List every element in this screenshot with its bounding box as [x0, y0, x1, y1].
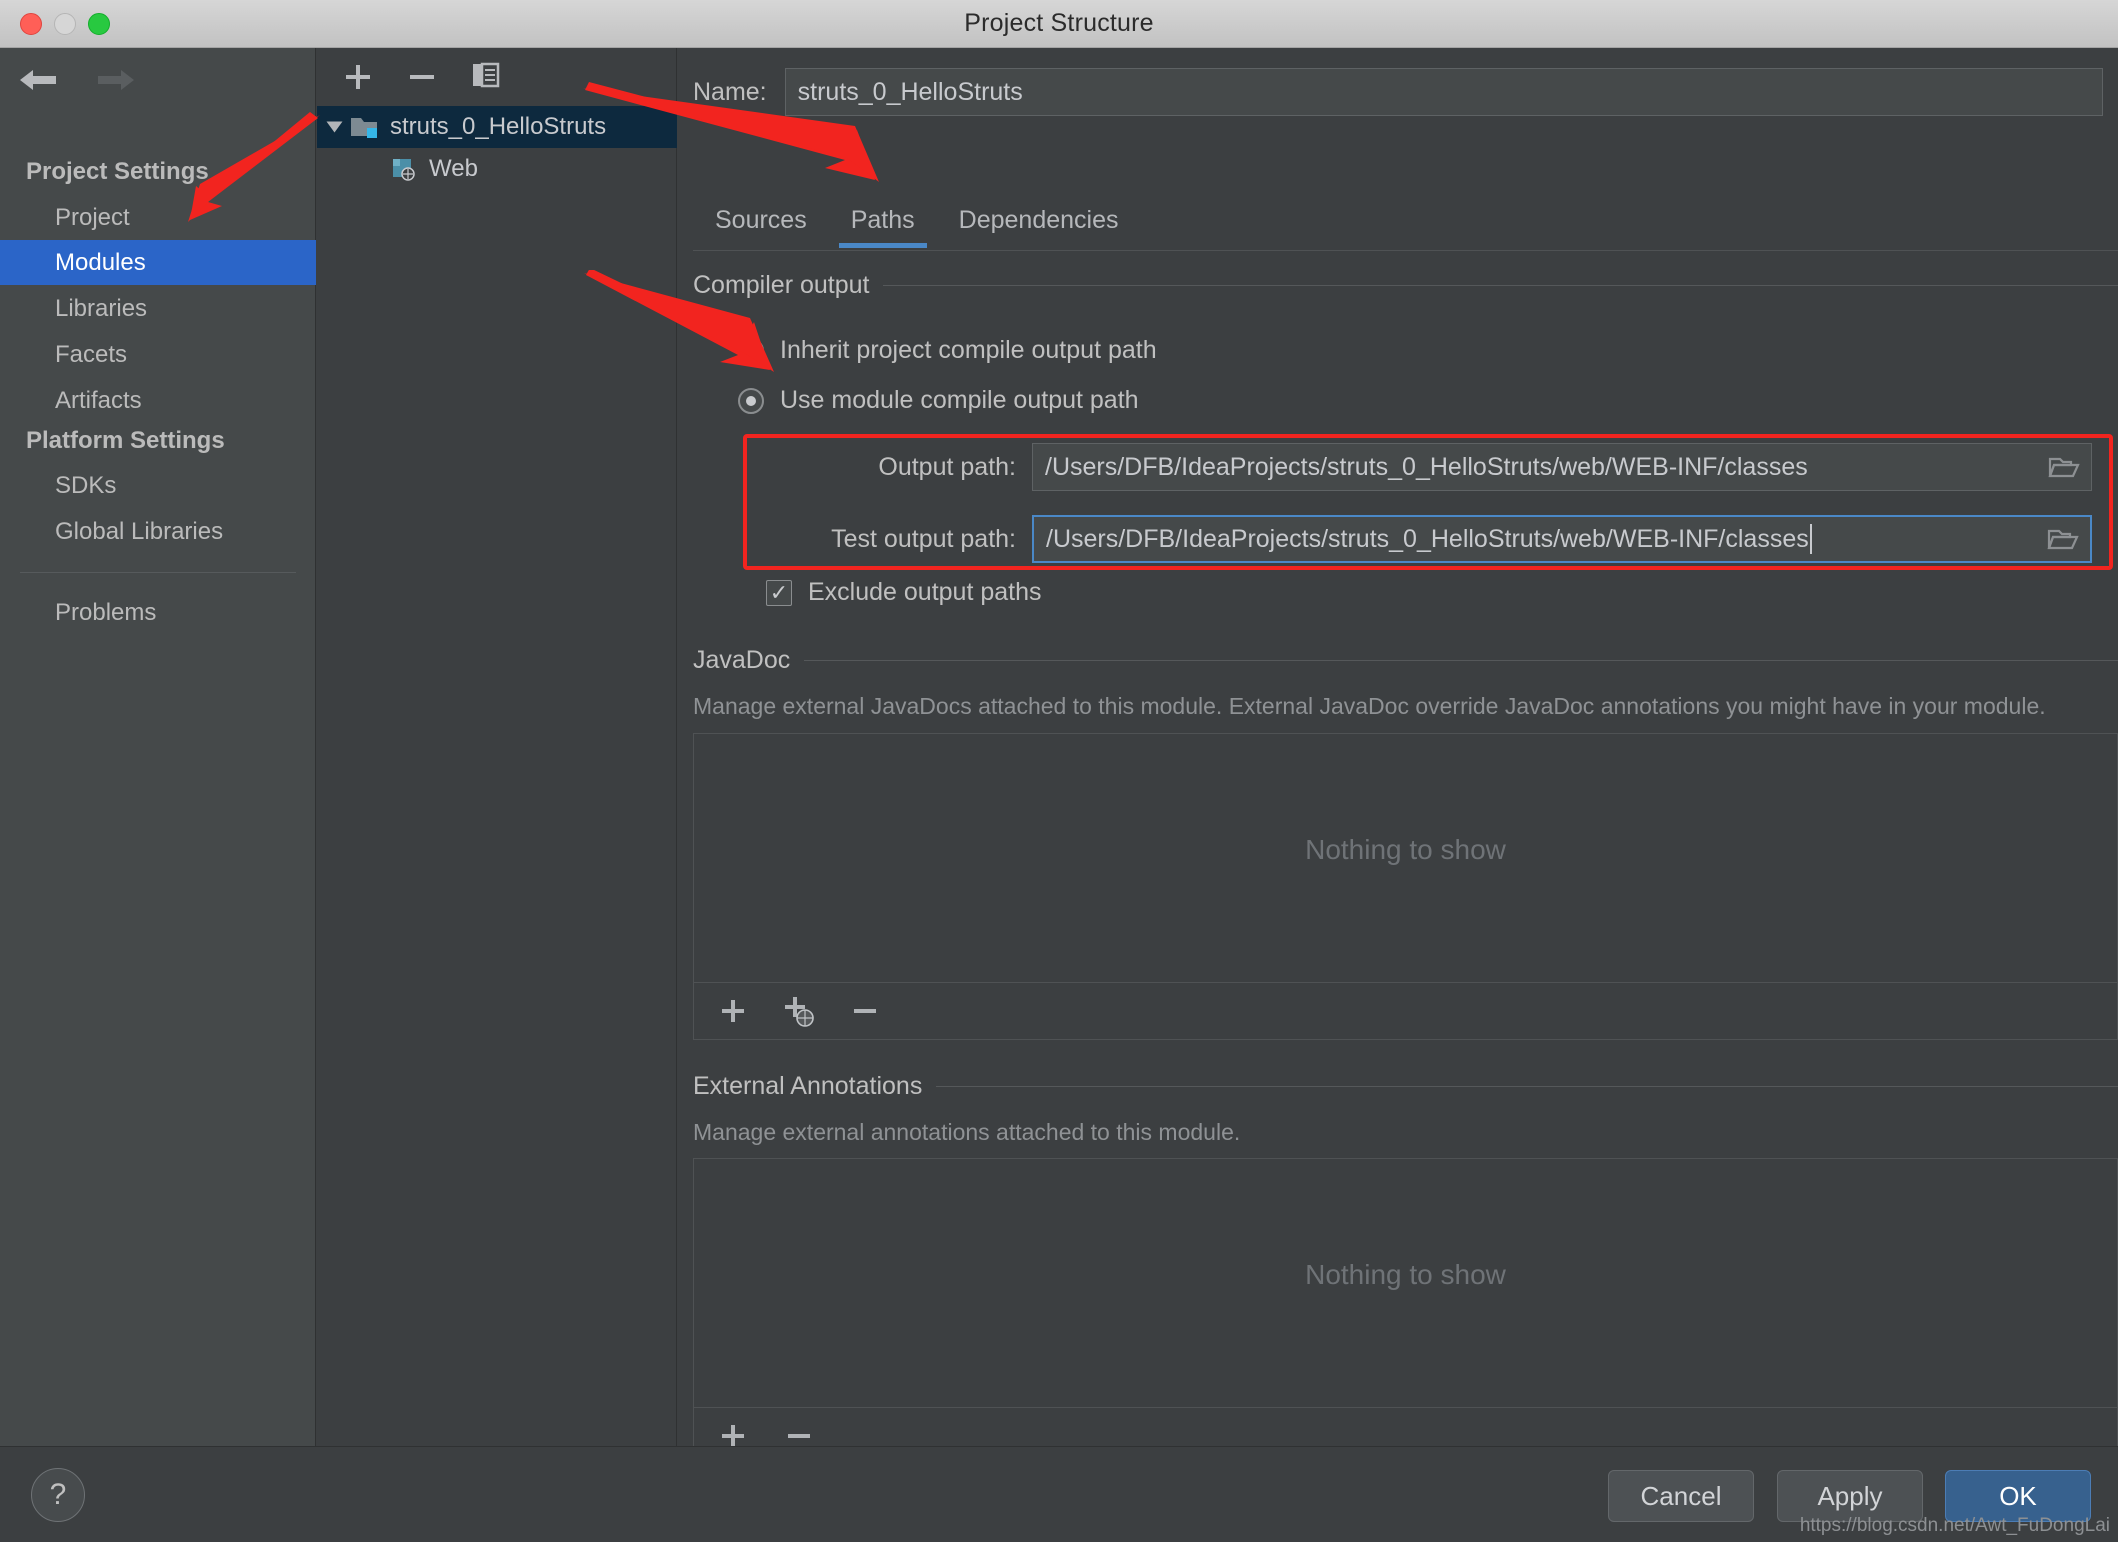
module-settings-panel: Name: Sources Paths Dependencies Compile…	[678, 48, 2118, 1465]
test-output-path-label: Test output path:	[831, 524, 1016, 553]
tab-label: Dependencies	[958, 206, 1119, 234]
external-annotations-section-header: External Annotations	[693, 1072, 2118, 1101]
test-output-path-value: /Users/DFB/IdeaProjects/struts_0_HelloSt…	[1046, 524, 1809, 553]
sidebar-item-label: Facets	[55, 340, 128, 368]
sidebar-item-sdks[interactable]: SDKs	[0, 463, 316, 508]
javadoc-empty-text: Nothing to show	[1305, 834, 1506, 865]
watermark-text: https://blog.csdn.net/Awt_FuDongLai	[1799, 1515, 2110, 1536]
checkbox-checked-icon[interactable]: ✓	[766, 579, 792, 606]
sidebar-item-label: Libraries	[55, 294, 148, 322]
sidebar-item-project[interactable]: Project	[0, 195, 316, 240]
sidebar-item-libraries[interactable]: Libraries	[0, 286, 316, 331]
help-button[interactable]: ?	[31, 1468, 85, 1522]
section-rule	[883, 285, 2118, 286]
module-name-row: Name:	[693, 68, 2103, 116]
chevron-down-icon[interactable]	[326, 121, 343, 133]
module-tree-panel: struts_0_HelloStruts Web	[317, 48, 677, 1446]
sidebar-item-label: Modules	[55, 248, 146, 276]
exclude-output-paths-label: Exclude output paths	[808, 578, 1042, 606]
sidebar-item-problems[interactable]: Problems	[0, 590, 316, 635]
plus-icon[interactable]	[714, 992, 752, 1030]
section-rule	[804, 660, 2118, 661]
tab-label: Sources	[715, 206, 807, 234]
section-rule	[936, 1086, 2118, 1087]
test-output-path-field[interactable]: /Users/DFB/IdeaProjects/struts_0_HelloSt…	[1032, 515, 2092, 563]
external-annotations-list-panel[interactable]: Nothing to show	[693, 1158, 2118, 1408]
tab-label: Paths	[850, 206, 915, 234]
tab-dependencies[interactable]: Dependencies	[937, 193, 1141, 248]
forward-arrow-icon[interactable]	[92, 58, 140, 102]
dialog-footer: ? Cancel Apply OK https://blog.csdn.net/…	[0, 1446, 2118, 1542]
check-mark: ✓	[769, 579, 789, 605]
output-path-field[interactable]: /Users/DFB/IdeaProjects/struts_0_HelloSt…	[1032, 443, 2092, 491]
settings-sidebar: Project Settings Project Modules Librari…	[0, 48, 316, 1446]
radio-label: Inherit project compile output path	[780, 336, 1157, 364]
sidebar-divider	[20, 572, 296, 573]
output-path-value: /Users/DFB/IdeaProjects/struts_0_HelloSt…	[1045, 452, 1808, 481]
sidebar-item-label: Artifacts	[55, 386, 142, 414]
minus-icon[interactable]	[403, 58, 441, 96]
javadoc-description: Manage external JavaDocs attached to thi…	[693, 693, 2046, 719]
tree-node-web[interactable]: Web	[317, 148, 677, 190]
sidebar-nav-arrows	[14, 58, 140, 102]
sidebar-item-label: Project	[55, 203, 130, 231]
back-arrow-icon[interactable]	[14, 58, 62, 102]
text-caret	[1809, 524, 1812, 554]
module-name-label: Name:	[693, 77, 767, 106]
sidebar-group-project-settings: Project Settings	[26, 158, 209, 185]
help-label: ?	[49, 1478, 67, 1511]
javadoc-list-panel[interactable]: Nothing to show	[693, 733, 2118, 983]
javadoc-section-header: JavaDoc	[693, 646, 2118, 675]
button-label: OK	[1999, 1480, 2037, 1511]
section-title: JavaDoc	[693, 646, 791, 674]
sidebar-item-label: Problems	[55, 598, 157, 626]
sidebar-item-label: Global Libraries	[55, 517, 224, 545]
radio-selected-icon	[738, 387, 764, 414]
sidebar-item-artifacts[interactable]: Artifacts	[0, 378, 316, 423]
test-output-path-row: Test output path: /Users/DFB/IdeaProject…	[758, 515, 2092, 563]
javadoc-toolbar	[693, 983, 2118, 1040]
tree-node-label: struts_0_HelloStruts	[390, 113, 607, 140]
radio-use-module-output[interactable]: Use module compile output path	[738, 386, 1139, 415]
cancel-button[interactable]: Cancel	[1608, 1470, 1754, 1522]
window-title: Project Structure	[964, 9, 1154, 37]
section-title: Compiler output	[693, 271, 870, 299]
exclude-output-paths-row[interactable]: ✓ Exclude output paths	[766, 578, 1042, 607]
folder-icon[interactable]	[2047, 452, 2081, 482]
tree-node-struts-0-hellostruts[interactable]: struts_0_HelloStruts	[317, 106, 677, 148]
window-titlebar: Project Structure	[0, 0, 2118, 48]
module-tree-toolbar	[317, 48, 677, 106]
output-path-row: Output path: /Users/DFB/IdeaProjects/str…	[758, 443, 2092, 491]
minus-icon[interactable]	[846, 992, 884, 1030]
project-structure-dialog: Project Structure Project Settings Proje…	[0, 0, 2118, 1542]
sidebar-item-label: SDKs	[55, 471, 117, 499]
sidebar-item-facets[interactable]: Facets	[0, 332, 316, 377]
button-label: Cancel	[1640, 1480, 1722, 1511]
external-annotations-empty-text: Nothing to show	[1305, 1259, 1506, 1290]
copy-icon[interactable]	[467, 58, 505, 96]
radio-inherit-project-output[interactable]: Inherit project compile output path	[738, 336, 1157, 365]
folder-icon[interactable]	[2046, 524, 2080, 554]
tab-paths[interactable]: Paths	[829, 193, 937, 248]
section-title: External Annotations	[693, 1072, 923, 1100]
radio-label: Use module compile output path	[780, 386, 1139, 414]
web-facet-icon	[389, 156, 419, 182]
output-path-label: Output path:	[878, 452, 1016, 481]
sidebar-group-platform-settings: Platform Settings	[26, 427, 225, 454]
radio-unselected-icon	[738, 337, 764, 364]
sidebar-item-global-libraries[interactable]: Global Libraries	[0, 509, 316, 554]
external-annotations-description: Manage external annotations attached to …	[693, 1119, 1241, 1145]
plus-globe-icon[interactable]	[780, 992, 818, 1030]
plus-icon[interactable]	[339, 58, 377, 96]
module-tabs: Sources Paths Dependencies	[693, 193, 2118, 251]
sidebar-item-modules[interactable]: Modules	[0, 240, 316, 285]
module-name-input[interactable]	[784, 68, 2103, 116]
module-folder-icon	[350, 114, 380, 140]
compiler-output-section-header: Compiler output	[693, 271, 2118, 300]
button-label: Apply	[1817, 1480, 1883, 1511]
tree-node-label: Web	[429, 155, 478, 182]
tab-sources[interactable]: Sources	[693, 193, 829, 248]
